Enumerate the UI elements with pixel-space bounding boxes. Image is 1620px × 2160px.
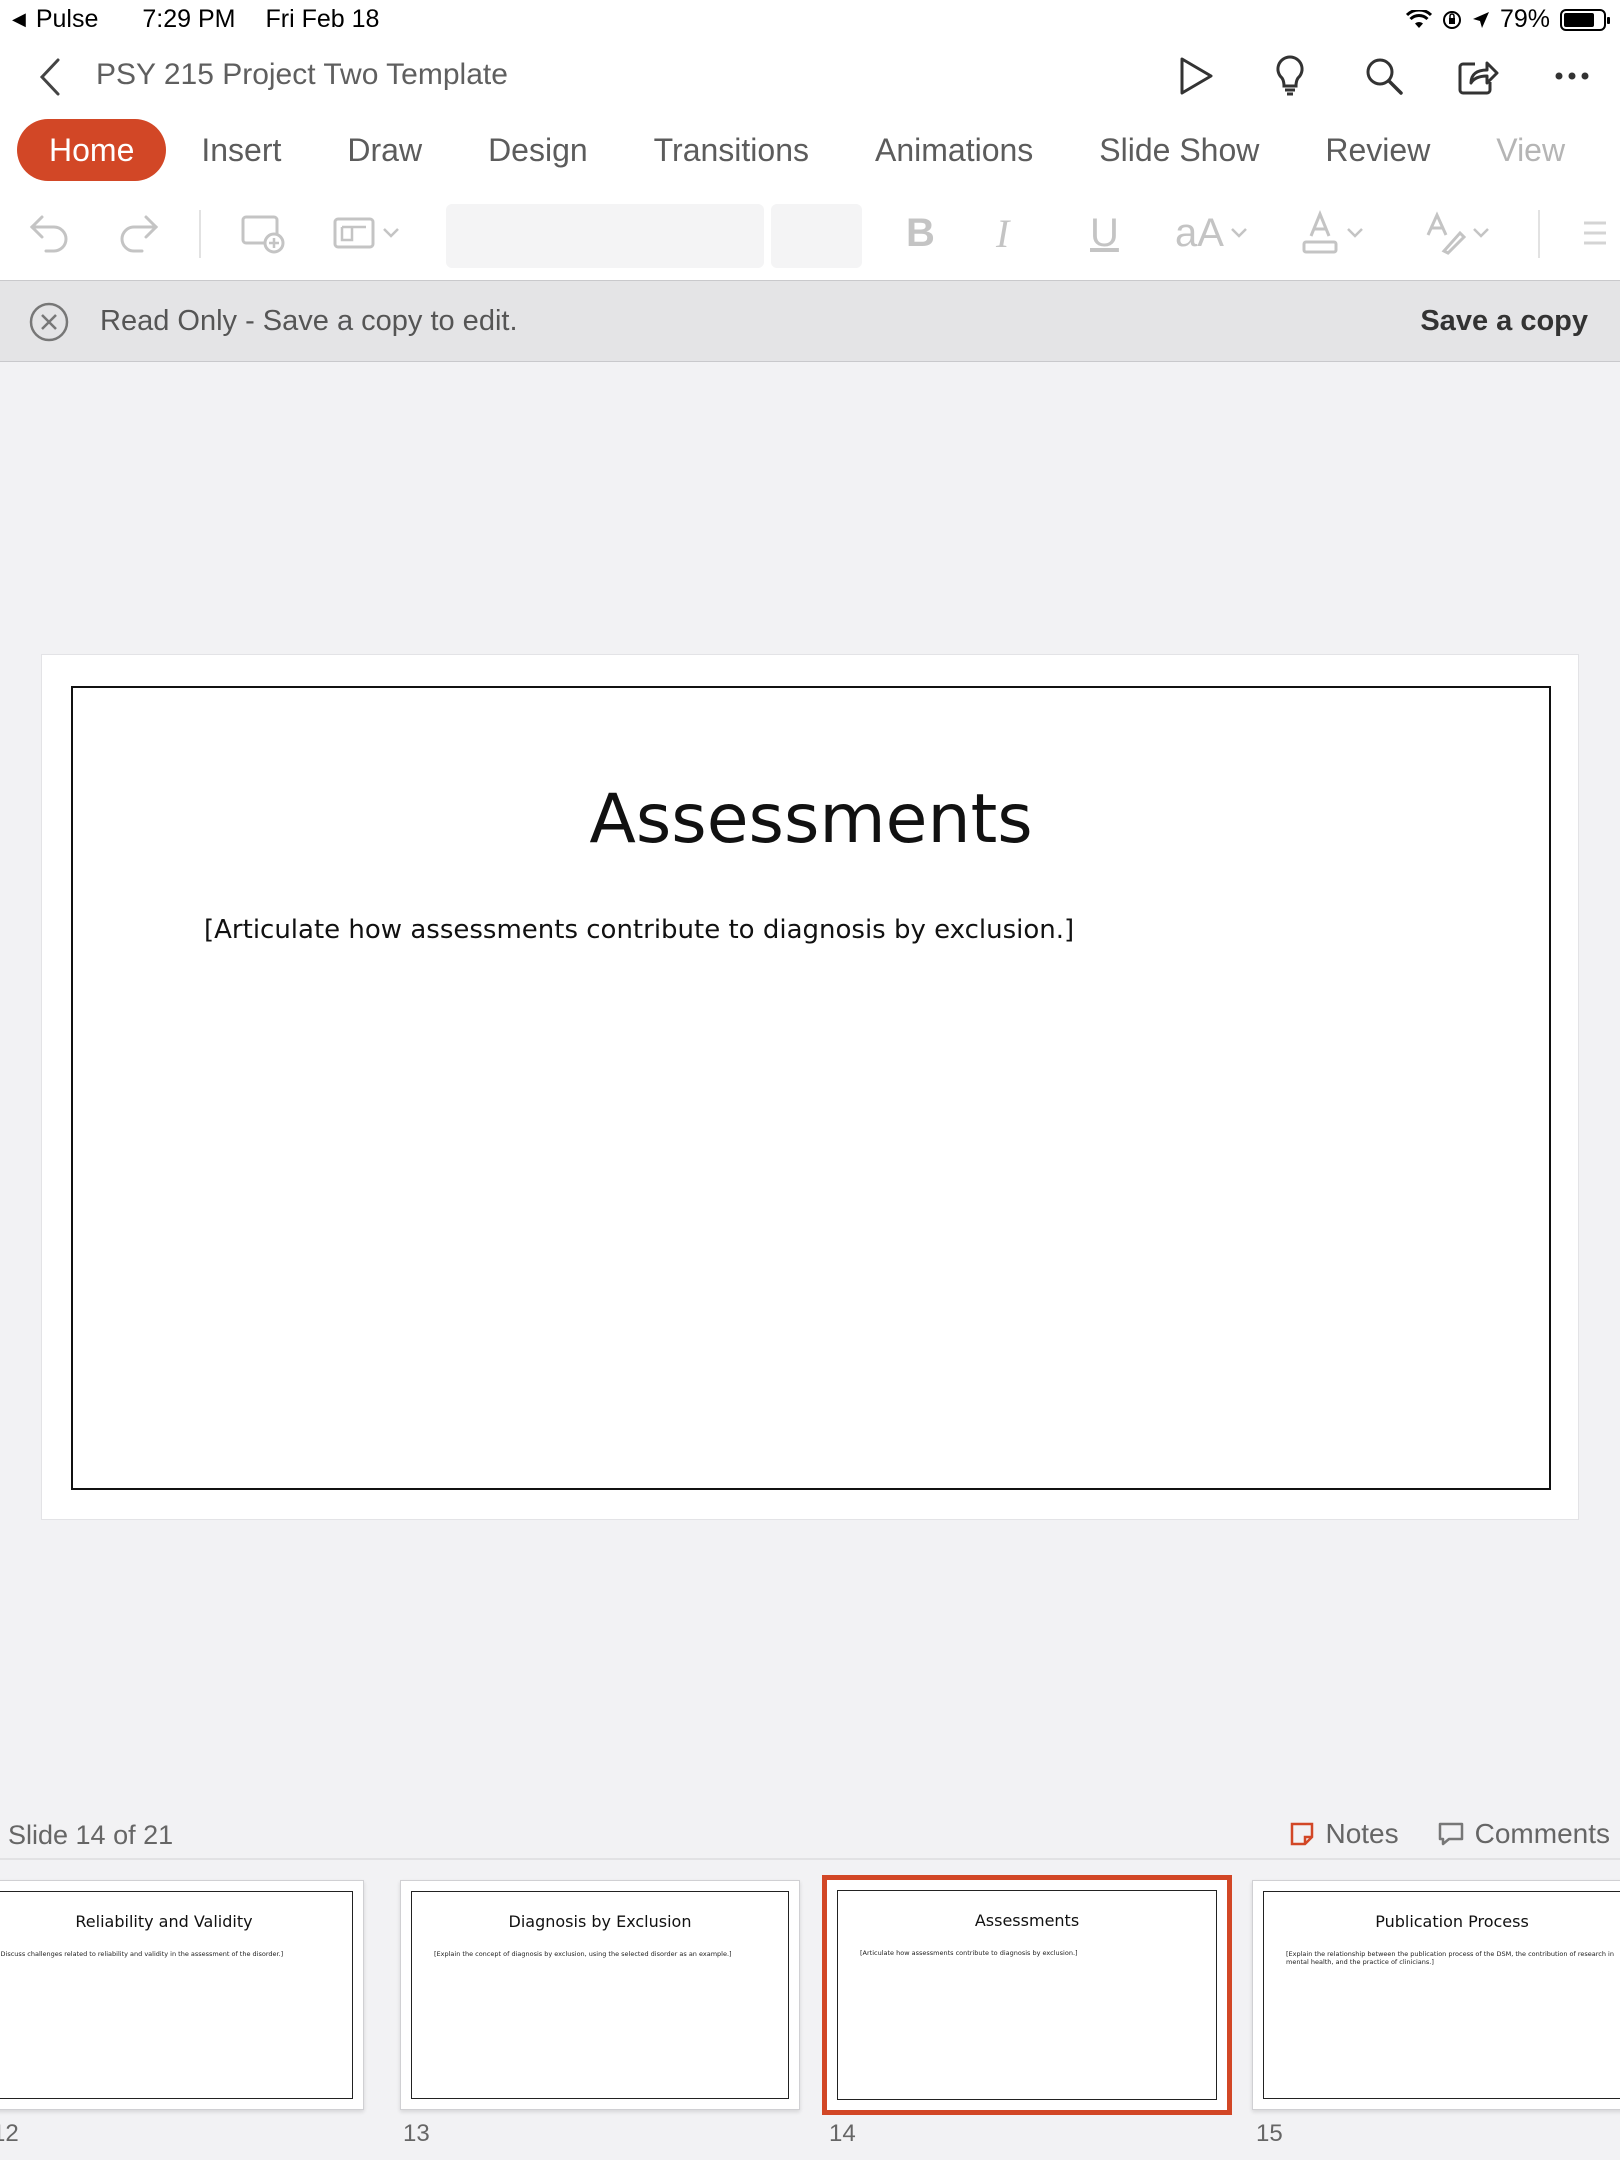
tab-view[interactable]: View bbox=[1463, 119, 1598, 181]
tab-transitions[interactable]: Transitions bbox=[621, 119, 842, 181]
thumbnail-body: [Explain the relationship between the pu… bbox=[1286, 1950, 1614, 1967]
ideas-button[interactable] bbox=[1268, 48, 1312, 104]
redo-button[interactable] bbox=[118, 208, 160, 258]
thumbnail-frame: Assessments [Articulate how assessments … bbox=[837, 1890, 1217, 2100]
battery-icon bbox=[1560, 8, 1610, 31]
play-button[interactable] bbox=[1174, 48, 1218, 104]
thumbnail-number: 14 bbox=[829, 2120, 856, 2147]
notes-label: Notes bbox=[1325, 1818, 1399, 1849]
notes-button[interactable]: Notes bbox=[1289, 1818, 1399, 1850]
tab-insert[interactable]: Insert bbox=[168, 119, 314, 181]
status-time: 7:29 PM bbox=[142, 5, 236, 33]
font-size-field[interactable] bbox=[771, 204, 862, 268]
chevron-down-icon bbox=[1231, 228, 1247, 238]
save-copy-button[interactable]: Save a copy bbox=[1420, 305, 1588, 338]
wifi-icon bbox=[1405, 9, 1432, 28]
more-icon bbox=[1555, 72, 1589, 80]
redo-icon bbox=[120, 215, 159, 253]
comments-button[interactable]: Comments bbox=[1437, 1818, 1610, 1850]
font-color-dropdown[interactable] bbox=[1300, 208, 1364, 258]
read-only-message: Read Only - Save a copy to edit. bbox=[100, 305, 518, 337]
highlight-dropdown[interactable] bbox=[1424, 208, 1490, 258]
ribbon-tabs: Home Insert Draw Design Transitions Anim… bbox=[0, 116, 1620, 184]
play-icon bbox=[1180, 57, 1213, 95]
chevron-down-icon bbox=[383, 228, 399, 238]
thumbnail-title: Assessments bbox=[974, 1911, 1080, 1930]
font-name-field[interactable] bbox=[446, 204, 764, 268]
highlighter-icon bbox=[1426, 211, 1466, 255]
share-button[interactable] bbox=[1456, 48, 1500, 104]
share-icon bbox=[1458, 61, 1499, 95]
thumbnail-title: Reliability and Validity bbox=[75, 1912, 253, 1931]
thumbnail-frame: Diagnosis by Exclusion [Explain the conc… bbox=[411, 1891, 789, 2099]
back-app-label[interactable]: Pulse bbox=[36, 5, 99, 34]
slide-thumbnail-selected[interactable]: Assessments [Articulate how assessments … bbox=[822, 1875, 1232, 2115]
thumbnail-frame: Reliability and Validity [Discuss challe… bbox=[0, 1891, 353, 2099]
status-bar: ◀ Pulse 7:29 PM Fri Feb 18 79% bbox=[0, 0, 1620, 38]
tab-review[interactable]: Review bbox=[1292, 119, 1463, 181]
underline-button[interactable]: U bbox=[1090, 208, 1119, 258]
tab-design[interactable]: Design bbox=[455, 119, 621, 181]
slide-body-text[interactable]: [Articulate how assessments contribute t… bbox=[204, 915, 1074, 945]
italic-button[interactable]: I bbox=[996, 208, 1009, 258]
slide-canvas[interactable]: Assessments [Articulate how assessments … bbox=[41, 654, 1579, 1520]
divider bbox=[0, 1858, 1620, 1860]
comments-label: Comments bbox=[1474, 1818, 1610, 1849]
slide-thumbnail[interactable]: Reliability and Validity [Discuss challe… bbox=[0, 1880, 364, 2110]
notes-icon bbox=[1291, 1822, 1314, 1846]
back-to-app-icon[interactable]: ◀ bbox=[12, 9, 26, 30]
ribbon-toolbar: B I U aA bbox=[0, 184, 1620, 280]
thumbnail-number: 13 bbox=[403, 2120, 430, 2147]
location-icon bbox=[1472, 11, 1489, 28]
slide: Assessments [Articulate how assessments … bbox=[71, 686, 1551, 1490]
battery-percent: 79% bbox=[1499, 5, 1550, 33]
toolbar-divider bbox=[1538, 210, 1540, 258]
lightbulb-icon bbox=[1276, 55, 1304, 96]
dismiss-banner-button[interactable] bbox=[28, 301, 70, 348]
chevron-left-icon bbox=[39, 58, 60, 96]
document-title: PSY 215 Project Two Template bbox=[96, 58, 508, 91]
more-button[interactable] bbox=[1550, 48, 1594, 104]
thumbnail-title: Publication Process bbox=[1375, 1912, 1529, 1931]
search-button[interactable] bbox=[1362, 48, 1406, 104]
thumbnail-body: [Discuss challenges related to reliabili… bbox=[0, 1950, 284, 1958]
font-size-change-label: aA bbox=[1175, 210, 1224, 255]
thumbnail-frame: Publication Process [Explain the relatio… bbox=[1263, 1891, 1620, 2099]
slide-thumbnail[interactable]: Diagnosis by Exclusion [Explain the conc… bbox=[400, 1880, 800, 2110]
undo-button[interactable] bbox=[28, 208, 70, 258]
bold-button[interactable]: B bbox=[906, 208, 935, 258]
slide-title[interactable]: Assessments bbox=[73, 780, 1549, 859]
thumbnail-body: [Explain the concept of diagnosis by exc… bbox=[434, 1950, 732, 1958]
search-icon bbox=[1366, 58, 1403, 95]
layout-dropdown[interactable] bbox=[332, 208, 400, 258]
list-icon bbox=[1584, 221, 1606, 245]
thumbnail-title: Diagnosis by Exclusion bbox=[508, 1912, 692, 1931]
undo-icon bbox=[29, 215, 68, 253]
layout-icon bbox=[333, 217, 375, 249]
thumbnail-number: 15 bbox=[1256, 2120, 1283, 2147]
tab-animations[interactable]: Animations bbox=[842, 119, 1066, 181]
tab-draw[interactable]: Draw bbox=[314, 119, 455, 181]
thumbnail-body: [Articulate how assessments contribute t… bbox=[860, 1949, 1078, 1957]
tab-home[interactable]: Home bbox=[17, 119, 167, 181]
slide-counter: Slide 14 of 21 bbox=[8, 1820, 174, 1850]
toolbar-divider bbox=[199, 210, 201, 258]
back-button[interactable] bbox=[30, 52, 70, 102]
chevron-down-icon bbox=[1473, 228, 1489, 238]
close-circle-icon bbox=[29, 302, 69, 342]
title-bar: PSY 215 Project Two Template bbox=[0, 38, 1620, 116]
thumbnail-number: 12 bbox=[0, 2120, 19, 2147]
comment-icon bbox=[1438, 1822, 1463, 1846]
font-size-change-dropdown[interactable]: aA bbox=[1175, 208, 1248, 258]
read-only-banner: Read Only - Save a copy to edit. Save a … bbox=[0, 280, 1620, 362]
slide-thumbnail[interactable]: Publication Process [Explain the relatio… bbox=[1252, 1880, 1620, 2110]
new-slide-button[interactable] bbox=[240, 208, 286, 258]
new-slide-icon bbox=[241, 215, 285, 254]
tab-slide-show[interactable]: Slide Show bbox=[1066, 119, 1292, 181]
font-color-icon bbox=[1302, 210, 1338, 254]
status-date: Fri Feb 18 bbox=[265, 5, 380, 33]
chevron-down-icon bbox=[1347, 228, 1363, 238]
toolbar-overflow-button[interactable] bbox=[1576, 208, 1606, 258]
orientation-lock-icon bbox=[1442, 10, 1461, 29]
